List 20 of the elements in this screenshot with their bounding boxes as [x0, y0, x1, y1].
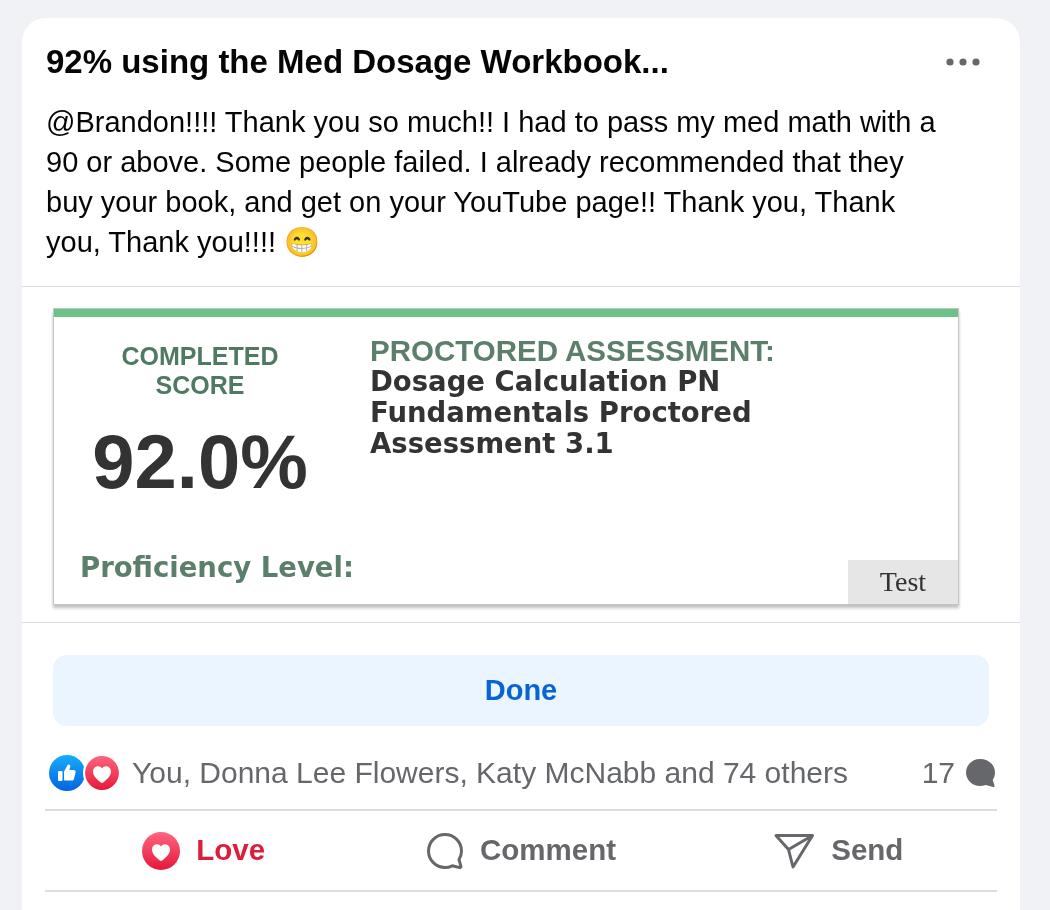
- more-options-icon[interactable]: [946, 58, 980, 66]
- love-reaction-icon: [83, 754, 121, 792]
- test-tag: Test: [848, 560, 958, 604]
- post-text: @Brandon!!!! Thank you so much!! I had to pass my med math with a 90 or above. Some people failed. I already recommended that they buy your book, and get on your YouTube page!! Thank you, Thank you, Thank you!!!! 😁: [46, 105, 937, 260]
- post-action-button[interactable]: Love: [45, 811, 363, 890]
- comment-bubble-icon: [965, 758, 997, 788]
- post-action-button[interactable]: Send: [679, 811, 997, 890]
- assessment-heading: PROCTORED ASSESSMENT:: [370, 335, 776, 366]
- send-icon: [773, 831, 816, 870]
- done-button[interactable]: Done: [53, 655, 989, 726]
- assessment-name: Dosage Calculation PN Fundamentals Proctored Assessment 3.1: [370, 366, 753, 459]
- thumbs-up-icon: [49, 755, 85, 791]
- comment-icon: [425, 831, 464, 870]
- reactions-summary[interactable]: You, Donna Lee Flowers, Katy McNabb and 74 others: [132, 756, 848, 790]
- score-value: 92.0%: [92, 420, 308, 504]
- post-action-button[interactable]: Comment: [362, 811, 680, 890]
- comment-count[interactable]: 17: [921, 756, 955, 790]
- proficiency-label: Proficiency Level:: [79, 550, 354, 585]
- post-title: 92% using the Med Dosage Workbook...: [46, 43, 669, 81]
- score-label: COMPLETED SCORE: [120, 342, 280, 400]
